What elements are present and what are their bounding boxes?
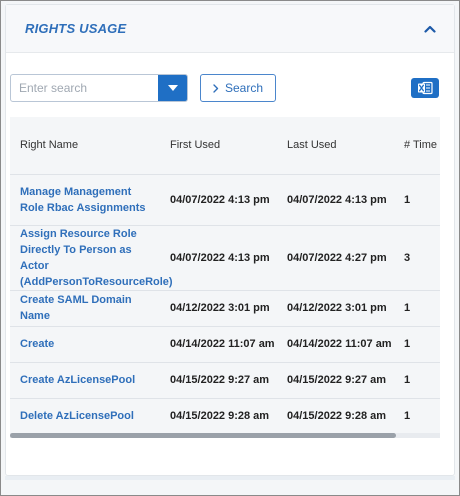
column-header-times[interactable]: # Time	[394, 117, 440, 175]
column-header-right-name[interactable]: Right Name	[10, 117, 160, 175]
last-used-cell: 04/15/2022 9:27 am	[277, 362, 394, 399]
times-cell: 1	[394, 290, 440, 327]
table-row: Create 04/14/2022 11:07 am 04/14/2022 11…	[10, 326, 440, 363]
table-header-row: Right Name First Used Last Used # Time	[10, 117, 440, 175]
last-used-cell: 04/14/2022 11:07 am	[277, 326, 394, 363]
first-used-cell: 04/07/2022 4:13 pm	[160, 225, 277, 291]
excel-icon	[418, 81, 433, 95]
table-row: Create SAML Domain Name 04/12/2022 3:01 …	[10, 290, 440, 327]
search-dropdown-button[interactable]	[158, 75, 187, 101]
times-cell: 1	[394, 398, 440, 435]
column-header-first-used[interactable]: First Used	[160, 117, 277, 175]
times-cell: 1	[394, 174, 440, 226]
last-used-cell: 04/12/2022 3:01 pm	[277, 290, 394, 327]
panel-footer-divider	[5, 476, 455, 480]
chevron-up-icon[interactable]	[420, 19, 440, 39]
table-row: Create AzLicensePool 04/15/2022 9:27 am …	[10, 362, 440, 399]
times-cell: 3	[394, 225, 440, 291]
right-name-link[interactable]: Create SAML Domain Name	[10, 290, 160, 327]
search-box	[10, 74, 188, 102]
search-button-label: Search	[224, 81, 264, 95]
search-input[interactable]	[11, 75, 159, 101]
column-header-last-used[interactable]: Last Used	[277, 117, 394, 175]
first-used-cell: 04/14/2022 11:07 am	[160, 326, 277, 363]
right-name-link[interactable]: Assign Resource Role Directly To Person …	[10, 225, 173, 291]
times-cell: 1	[394, 362, 440, 399]
right-name-link[interactable]: Manage Management Role Rbac Assignments	[10, 174, 160, 226]
times-cell: 1	[394, 326, 440, 363]
horizontal-scrollbar[interactable]	[10, 433, 440, 438]
first-used-cell: 04/15/2022 9:27 am	[160, 362, 277, 399]
rights-usage-table: Right Name First Used Last Used # Time M…	[10, 117, 440, 437]
right-name-link[interactable]: Create	[10, 326, 160, 363]
panel-title: RIGHTS USAGE	[25, 21, 127, 36]
scrollbar-thumb[interactable]	[10, 433, 396, 438]
table-row: Manage Management Role Rbac Assignments …	[10, 174, 440, 226]
last-used-cell: 04/07/2022 4:27 pm	[277, 225, 394, 291]
right-name-link[interactable]: Delete AzLicensePool	[10, 398, 160, 435]
first-used-cell: 04/07/2022 4:13 pm	[160, 174, 277, 226]
last-used-cell: 04/07/2022 4:13 pm	[277, 174, 394, 226]
table-row: Delete AzLicensePool 04/15/2022 9:28 am …	[10, 398, 440, 435]
export-excel-button[interactable]	[411, 78, 439, 98]
chevron-right-icon	[213, 83, 219, 93]
last-used-cell: 04/15/2022 9:28 am	[277, 398, 394, 435]
table-row: Assign Resource Role Directly To Person …	[10, 225, 440, 291]
first-used-cell: 04/15/2022 9:28 am	[160, 398, 277, 435]
search-button[interactable]: Search	[200, 74, 276, 102]
right-name-link[interactable]: Create AzLicensePool	[10, 362, 160, 399]
panel-header[interactable]: RIGHTS USAGE	[6, 5, 454, 53]
first-used-cell: 04/12/2022 3:01 pm	[160, 290, 277, 327]
caret-down-icon	[167, 85, 178, 91]
